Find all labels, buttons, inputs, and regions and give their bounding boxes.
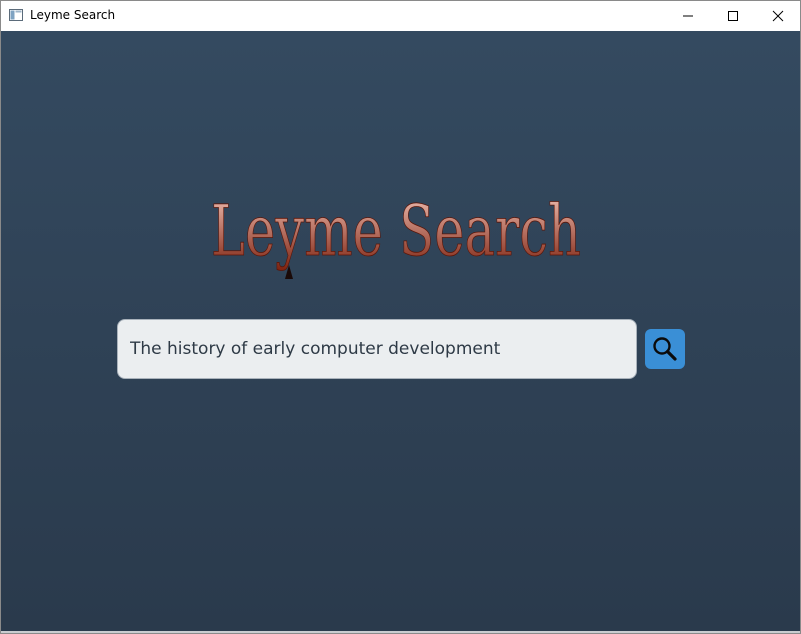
search-button[interactable]	[645, 329, 685, 369]
close-icon	[772, 10, 783, 22]
logo-text: Leyme Search	[211, 190, 581, 272]
search-page: Leyme Search	[1, 31, 800, 633]
title-bar[interactable]: Leyme Search	[1, 1, 800, 31]
close-button[interactable]	[755, 1, 800, 31]
window-title: Leyme Search	[30, 8, 116, 22]
maximize-button[interactable]	[710, 1, 755, 31]
app-logo: Leyme Search	[211, 190, 581, 279]
window-app-icon	[9, 9, 23, 21]
minimize-button[interactable]	[665, 1, 710, 31]
app-window: Leyme Search Leyme Search The history of…	[0, 0, 801, 634]
search-icon	[653, 337, 677, 361]
minimize-icon	[682, 15, 693, 17]
search-input[interactable]	[117, 319, 637, 379]
maximize-icon	[727, 11, 738, 21]
bottom-border	[1, 631, 800, 633]
